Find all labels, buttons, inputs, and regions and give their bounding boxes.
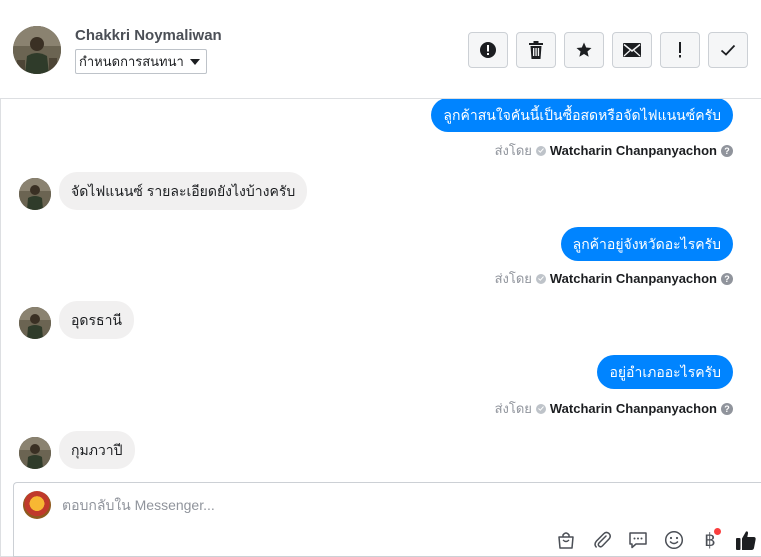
- shopping-bag-icon: [558, 532, 574, 549]
- thumbs-up-icon: [736, 531, 756, 550]
- emoji-button[interactable]: [663, 529, 685, 551]
- star-button[interactable]: [564, 32, 604, 68]
- star-icon: [576, 42, 592, 57]
- attach-file-button[interactable]: [591, 529, 613, 551]
- envelope-icon: [623, 43, 641, 57]
- conversation-label-text: กำหนดการสนทนา: [79, 54, 184, 69]
- mark-unread-button[interactable]: [612, 32, 652, 68]
- sender-name[interactable]: Watcharin Chanpanyachon: [550, 401, 717, 416]
- reply-composer: ฿: [13, 482, 761, 557]
- contact-avatar-small[interactable]: [19, 178, 51, 210]
- message-thread[interactable]: ลูกค้าสนใจคันนี้เป็นซื้อสดหรือจัดไฟแนนซ์…: [0, 99, 761, 482]
- caret-down-icon: [189, 59, 200, 65]
- mark-done-button[interactable]: [708, 32, 748, 68]
- sent-by-label: ส่งโดย: [494, 401, 532, 416]
- contact-avatar-small[interactable]: [19, 437, 51, 469]
- contact-avatar-small[interactable]: [19, 307, 51, 339]
- check-circle-icon: [535, 273, 546, 284]
- saved-reply-button[interactable]: [627, 529, 649, 551]
- help-icon[interactable]: ?: [721, 144, 733, 157]
- sender-name[interactable]: Watcharin Chanpanyachon: [550, 271, 717, 286]
- conversation-actions-toolbar: [468, 32, 748, 68]
- saved-reply-icon: [629, 532, 647, 549]
- sent-by-label: ส่งโดย: [494, 271, 532, 286]
- outgoing-message-bubble[interactable]: ลูกค้าสนใจคันนี้เป็นซื้อสดหรือจัดไฟแนนซ์…: [431, 99, 733, 132]
- contact-avatar[interactable]: [13, 26, 61, 74]
- alert-circle-icon: [480, 42, 496, 58]
- outgoing-message-bubble[interactable]: ลูกค้าอยู่จังหวัดอะไรครับ: [560, 227, 733, 261]
- paperclip-icon: [594, 531, 611, 548]
- incoming-message-bubble[interactable]: กุมภวาปี: [59, 431, 135, 469]
- sent-by-info: ส่งโดย Watcharin Chanpanyachon ?: [495, 398, 733, 419]
- sent-by-info: ส่งโดย Watcharin Chanpanyachon ?: [495, 268, 733, 289]
- composer-toolbar: ฿: [555, 528, 757, 551]
- notification-dot: [714, 528, 721, 535]
- follow-up-button[interactable]: [660, 32, 700, 68]
- incoming-message-bubble[interactable]: อุดรธานี: [59, 301, 134, 339]
- conversation-header: Chakkri Noymaliwan กำหนดการสนทนา: [0, 0, 761, 99]
- mark-spam-button[interactable]: [468, 32, 508, 68]
- outgoing-message-bubble[interactable]: อยู่อำเภออะไรครับ: [597, 355, 733, 389]
- check-circle-icon: [535, 403, 546, 414]
- check-circle-icon: [535, 145, 546, 156]
- help-icon[interactable]: ?: [721, 402, 733, 415]
- help-icon[interactable]: ?: [721, 272, 733, 285]
- sent-by-info: ส่งโดย Watcharin Chanpanyachon ?: [495, 140, 733, 161]
- delete-button[interactable]: [516, 32, 556, 68]
- reply-input[interactable]: [62, 497, 662, 513]
- exclamation-icon: [679, 42, 681, 58]
- checkmark-icon: [720, 44, 736, 56]
- shopping-bag-button[interactable]: [555, 529, 577, 551]
- payment-button[interactable]: ฿: [699, 528, 721, 551]
- sent-by-label: ส่งโดย: [494, 143, 532, 158]
- trash-icon: [529, 41, 543, 59]
- like-button[interactable]: [735, 529, 757, 551]
- contact-name[interactable]: Chakkri Noymaliwan: [75, 27, 222, 44]
- incoming-message-bubble[interactable]: จัดไฟแนนซ์ รายละเอียดยังไงบ้างครับ: [59, 172, 308, 210]
- sender-name[interactable]: Watcharin Chanpanyachon: [550, 143, 717, 158]
- emoji-icon: [664, 530, 684, 550]
- conversation-label-dropdown[interactable]: กำหนดการสนทนา: [75, 49, 207, 74]
- page-avatar: [23, 491, 51, 519]
